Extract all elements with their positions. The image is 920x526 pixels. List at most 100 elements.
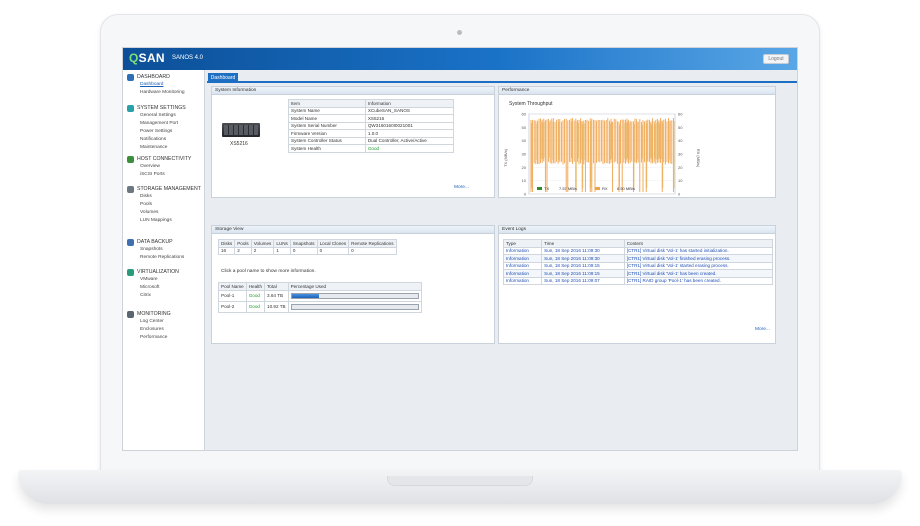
table-row: System Controller Status Dual Controller,… xyxy=(288,136,455,145)
sidebar-item[interactable]: Notifications xyxy=(140,136,205,144)
table-cell: Dual Controller, Active/Active xyxy=(364,136,455,145)
table-cell: Information xyxy=(502,246,543,255)
pool-name[interactable]: Pool-2 xyxy=(218,300,247,313)
table-cell: [CTR1] Virtual disk 'Vol-1' has started … xyxy=(623,246,774,255)
performance-panel: Performance System Throughput 60 60 50 50 40 4… xyxy=(498,86,776,198)
column-header: Item xyxy=(288,99,366,108)
camera-dot xyxy=(457,30,462,35)
sidebar-item[interactable]: Overview xyxy=(140,163,205,171)
column-header[interactable]: Content xyxy=(623,239,774,248)
sidebar-section-header[interactable]: DATA BACKUP xyxy=(127,238,205,246)
table-cell: Sun, 18 Sep 2016 11:09:15 xyxy=(541,261,625,270)
legend-label: RX xyxy=(602,186,608,191)
usage-bar xyxy=(290,292,419,299)
section-icon xyxy=(127,268,134,276)
table-header-row: Item Information xyxy=(288,99,455,108)
sidebar-item[interactable]: Management Port xyxy=(140,120,205,128)
table-row: System Health Good xyxy=(288,144,455,153)
sidebar-item[interactable]: Disks xyxy=(140,193,205,201)
table-row: Firmware Version 1.0.0 xyxy=(288,129,455,138)
table-cell: 2 xyxy=(234,246,252,255)
more-link[interactable]: More... xyxy=(755,327,770,332)
sidebar-item[interactable]: Power Settings xyxy=(140,128,205,136)
table-row: Model Name XS5216 xyxy=(288,114,455,123)
sidebar-item[interactable]: VMware xyxy=(140,276,205,284)
table-header-row: Disks Pools Volumes LUNs Snapshots Local Clon… xyxy=(217,239,397,248)
sidebar-item[interactable]: General Settings xyxy=(140,112,205,120)
table-cell: [CTR1] Virtual disk 'Vol-1' started eras… xyxy=(623,261,774,270)
sidebar-item[interactable]: Citrix xyxy=(140,292,205,300)
sidebar-section-title: HOST CONNECTIVITY xyxy=(137,156,192,162)
table-cell: System Controller Status xyxy=(288,136,366,145)
legend-value: 6.50 MB/s xyxy=(617,186,635,191)
sidebar-item[interactable]: Remote Replications xyxy=(140,254,205,262)
y-tick-label: 40 xyxy=(522,138,527,143)
table-cell: 1.0.0 xyxy=(364,129,455,138)
column-header: Snapshots xyxy=(289,239,318,248)
tab-dashboard[interactable]: Dashboard xyxy=(208,73,238,83)
pool-health: Good xyxy=(245,289,266,302)
sidebar-section-header[interactable]: HOST CONNECTIVITY xyxy=(127,155,205,163)
y-tick-label: 50 xyxy=(522,125,527,130)
storage-summary-table: Disks Pools Volumes LUNs Snapshots Local Clon… xyxy=(217,239,397,255)
logout-button[interactable]: Logout xyxy=(763,54,789,64)
sidebar-section: HOST CONNECTIVITY Overview iSCSI Ports xyxy=(127,155,205,179)
column-header: Information xyxy=(364,99,455,108)
system-info-table: Item Information System Name XCubeSAN_SANOS… xyxy=(288,99,455,153)
table-row[interactable]: Information Sun, 18 Sep 2016 11:09:15 [CTR… xyxy=(502,261,774,270)
sidebar-item[interactable]: LUN Mappings xyxy=(140,217,205,225)
table-cell: Sun, 18 Sep 2016 11:09:30 xyxy=(541,246,625,255)
sidebar-section: VIRTUALIZATION VMware Microsoft Citrix xyxy=(127,268,205,300)
column-header: Remote Replications xyxy=(348,239,397,248)
table-cell: Good xyxy=(364,144,455,153)
sidebar-section: DASHBOARD Dashboard Hardware Monitoring xyxy=(127,73,205,97)
sidebar-item[interactable]: Performance xyxy=(140,334,205,342)
sidebar-item[interactable]: Dashboard xyxy=(140,81,205,89)
throughput-chart: System Throughput 60 60 50 50 40 40 30 30 20 20 10 1… xyxy=(503,101,701,197)
table-row[interactable]: Information Sun, 18 Sep 2016 11:09:30 [CTR… xyxy=(502,246,774,255)
sidebar-item[interactable]: Pools xyxy=(140,201,205,209)
sidebar-item[interactable]: Snapshots xyxy=(140,246,205,254)
table-row[interactable]: Pool-2 Good 10.92 TB xyxy=(218,300,422,313)
sidebar-item[interactable]: Log Center xyxy=(140,318,205,326)
y2-tick-label: 0 xyxy=(678,192,681,197)
y-tick-label: 20 xyxy=(522,165,527,170)
column-header: Total xyxy=(264,282,289,291)
sidebar-item[interactable]: Enclosures xyxy=(140,326,205,334)
table-row[interactable]: Information Sun, 18 Sep 2016 11:09:30 [CTR… xyxy=(502,254,774,263)
table-cell: 0 xyxy=(316,246,350,255)
sidebar-item[interactable]: Microsoft xyxy=(140,284,205,292)
panel-title: System Information xyxy=(212,87,494,95)
sidebar-section-header[interactable]: VIRTUALIZATION xyxy=(127,268,205,276)
column-header[interactable]: Type xyxy=(502,239,543,248)
table-row[interactable]: Pool-1 Good 3.64 TB xyxy=(218,289,422,302)
y-tick-label: 60 xyxy=(522,112,527,117)
app-screen: QSAN SANOS 4.0 Logout DASHBOARD Dashboard… xyxy=(122,47,798,451)
sidebar-item[interactable]: Maintenance xyxy=(140,144,205,152)
sidebar-section-header[interactable]: DASHBOARD xyxy=(127,73,205,81)
sidebar-item[interactable]: Volumes xyxy=(140,209,205,217)
table-header-row: Pool Name Health Total Percentage Used xyxy=(218,282,422,291)
pool-name[interactable]: Pool-1 xyxy=(218,289,247,302)
sidebar-item[interactable]: iSCSI Ports xyxy=(140,171,205,179)
pool-table: Pool Name Health Total Percentage Used Pool-… xyxy=(218,282,422,313)
column-header[interactable]: Time xyxy=(541,239,625,248)
version-label: SANOS 4.0 xyxy=(172,55,204,61)
sidebar-section: SYSTEM SETTINGS General Settings Managemen… xyxy=(127,104,205,152)
table-row[interactable]: Information Sun, 18 Sep 2016 11:09:15 [CTR… xyxy=(502,269,774,278)
table-cell: Information xyxy=(502,269,543,278)
y-axis-label: TX (MB/s) xyxy=(503,148,508,167)
sidebar-section-title: DATA BACKUP xyxy=(137,239,173,245)
more-link[interactable]: More... xyxy=(454,185,469,190)
table-cell: Information xyxy=(502,261,543,270)
table-row[interactable]: Information Sun, 18 Sep 2016 11:09:07 [CTR… xyxy=(502,276,774,285)
sidebar-section-header[interactable]: SYSTEM SETTINGS xyxy=(127,104,205,112)
legend-value: 7.57 MB/s xyxy=(559,186,577,191)
sidebar-item[interactable]: Hardware Monitoring xyxy=(140,89,205,97)
y-tick-label: 10 xyxy=(522,178,527,183)
sidebar-section-header[interactable]: STORAGE MANAGEMENT xyxy=(127,185,205,193)
legend-label: TX xyxy=(544,186,549,191)
sidebar-section-header[interactable]: MONITORING xyxy=(127,310,205,318)
table-cell: System Health xyxy=(288,144,366,153)
section-icon xyxy=(127,73,134,81)
